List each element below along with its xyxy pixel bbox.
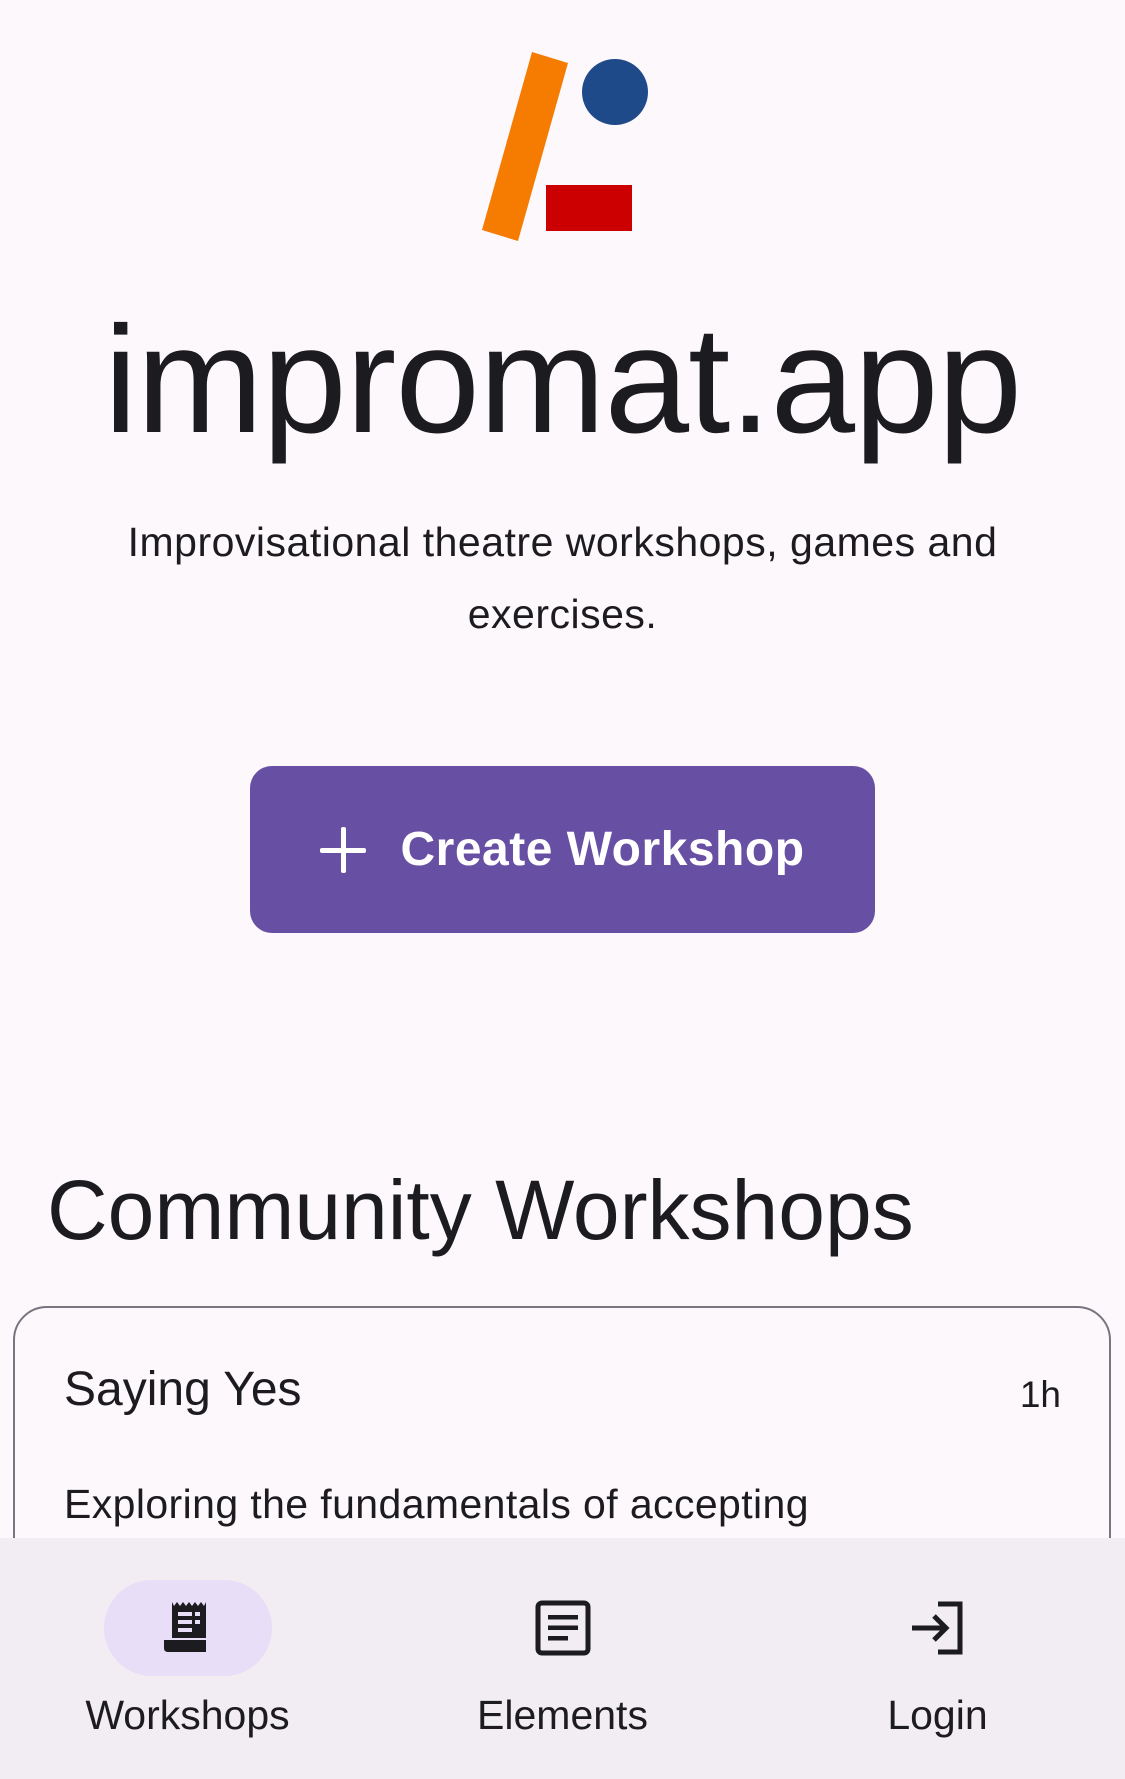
- workshop-duration: 1h: [1019, 1374, 1061, 1415]
- workshops-icon: [163, 1602, 206, 1652]
- create-workshop-button[interactable]: Create Workshop: [250, 766, 875, 933]
- nav-item-workshops[interactable]: Workshops: [0, 1538, 375, 1779]
- nav-label-login: Login: [887, 1692, 988, 1738]
- nav-label-workshops: Workshops: [85, 1692, 290, 1738]
- app-logo: [482, 52, 648, 241]
- article-icon: [535, 1600, 590, 1656]
- bottom-navigation: Workshops Elements Login: [0, 1538, 1125, 1779]
- login-icon: [911, 1601, 962, 1655]
- nav-label-elements: Elements: [477, 1692, 648, 1738]
- plus-icon: [320, 826, 367, 873]
- community-workshops-heading: Community Workshops: [47, 1163, 914, 1257]
- logo-blue-dot: [582, 59, 648, 125]
- workshop-title: Saying Yes: [64, 1363, 302, 1416]
- app-tagline: Improvisational theatre workshops, games…: [127, 519, 998, 637]
- nav-item-login[interactable]: Login: [750, 1538, 1125, 1779]
- app-title: impromat.app: [103, 295, 1022, 465]
- workshop-description: Exploring the fundamentals of accepting: [64, 1481, 809, 1527]
- create-workshop-label: Create Workshop: [400, 823, 805, 876]
- home-page: impromat.app Improvisational theatre wor…: [0, 0, 1125, 1779]
- logo-red-block: [546, 185, 632, 231]
- nav-item-elements[interactable]: Elements: [375, 1538, 750, 1779]
